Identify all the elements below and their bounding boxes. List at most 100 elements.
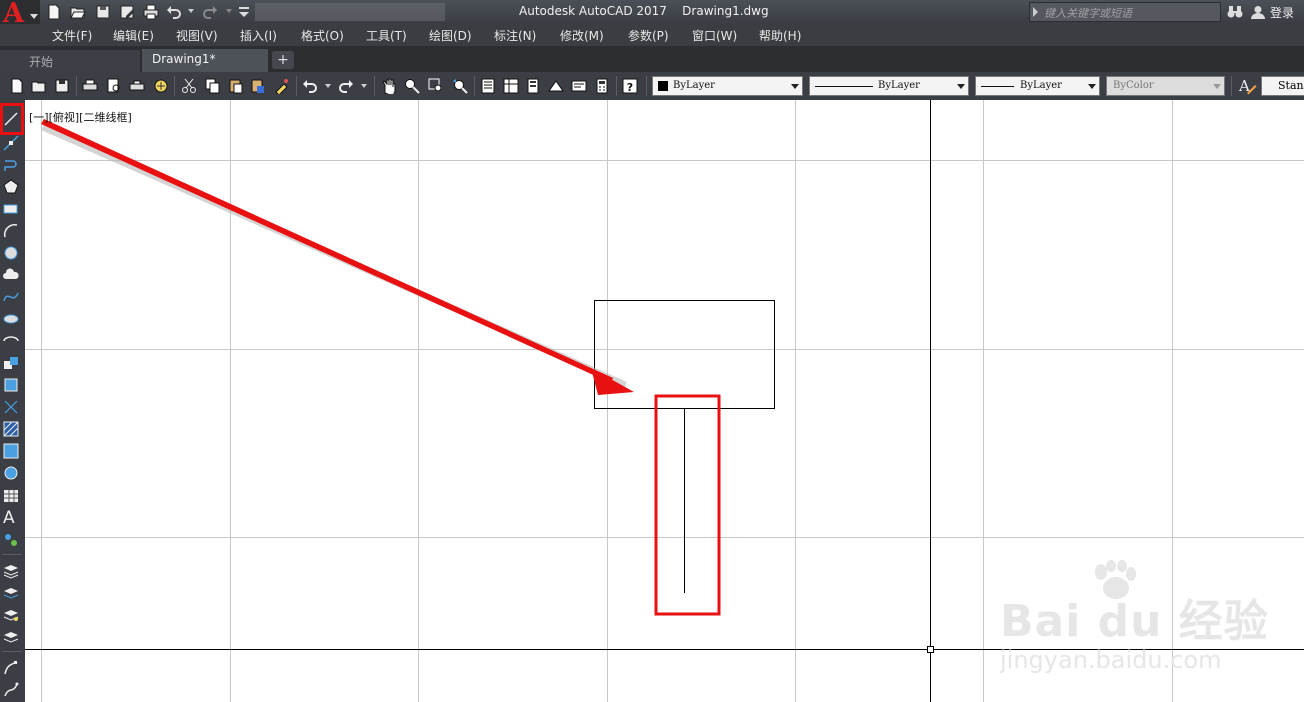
gradient-icon[interactable] bbox=[3, 443, 19, 459]
calculator-icon[interactable] bbox=[594, 78, 610, 94]
redo-icon[interactable] bbox=[338, 78, 354, 94]
layer-properties-icon[interactable] bbox=[3, 563, 19, 579]
new-tab-button[interactable]: + bbox=[272, 51, 294, 69]
zoom-realtime-icon[interactable] bbox=[404, 78, 420, 94]
menu-help[interactable]: 帮助(H) bbox=[759, 27, 801, 44]
insert-block-icon[interactable] bbox=[3, 355, 19, 371]
customize-icon[interactable] bbox=[236, 4, 252, 20]
expand-arrow-icon[interactable] bbox=[1033, 7, 1038, 17]
menu-edit[interactable]: 编辑(E) bbox=[113, 27, 154, 44]
publish-icon[interactable] bbox=[129, 78, 145, 94]
saveas-icon[interactable] bbox=[119, 4, 135, 20]
properties-icon[interactable] bbox=[480, 78, 496, 94]
redo-dropdown-icon[interactable] bbox=[361, 84, 367, 88]
arc-icon[interactable] bbox=[3, 223, 19, 239]
construction-line-icon[interactable] bbox=[3, 135, 19, 151]
region-icon[interactable] bbox=[3, 465, 19, 481]
sheet-set-icon[interactable] bbox=[548, 78, 564, 94]
toolbar-separator bbox=[646, 76, 647, 96]
menu-bar: 文件(F) 编辑(E) 视图(V) 插入(I) 格式(O) 工具(T) 绘图(D… bbox=[0, 24, 1304, 46]
watermark-url: jingyan.baidu.com bbox=[1000, 646, 1222, 674]
spline-icon[interactable] bbox=[3, 289, 19, 305]
print-icon[interactable] bbox=[143, 4, 159, 20]
undo-icon[interactable] bbox=[302, 78, 318, 94]
binoculars-icon[interactable] bbox=[1227, 5, 1243, 23]
revision-cloud-icon[interactable] bbox=[3, 267, 19, 283]
open-icon[interactable] bbox=[31, 78, 47, 94]
ellipse-icon[interactable] bbox=[3, 311, 19, 327]
color-control[interactable]: ByLayer bbox=[652, 76, 803, 96]
polyline-icon[interactable] bbox=[3, 157, 19, 173]
user-icon[interactable] bbox=[1251, 5, 1265, 22]
new-icon[interactable] bbox=[46, 4, 62, 20]
zoom-window-icon[interactable] bbox=[428, 78, 444, 94]
layer-previous-icon[interactable] bbox=[3, 585, 19, 601]
add-selected-icon[interactable] bbox=[3, 532, 19, 548]
redo-icon[interactable] bbox=[202, 4, 218, 20]
undo-icon[interactable] bbox=[166, 4, 182, 20]
menu-dimension[interactable]: 标注(N) bbox=[494, 27, 536, 44]
redo-dropdown-icon[interactable] bbox=[226, 9, 232, 13]
window-title: Autodesk AutoCAD 2017 Drawing1.dwg bbox=[519, 4, 769, 18]
pan-icon[interactable] bbox=[381, 78, 397, 94]
layer-isolate-icon[interactable] bbox=[3, 629, 19, 645]
menu-tools[interactable]: 工具(T) bbox=[366, 27, 407, 44]
tool-palettes-icon[interactable] bbox=[525, 78, 541, 94]
make-block-icon[interactable] bbox=[3, 377, 19, 393]
menu-draw[interactable]: 绘图(D) bbox=[429, 27, 472, 44]
point-icon[interactable] bbox=[3, 399, 19, 415]
viewport-controls[interactable]: [一][俯视][二维线框] bbox=[29, 109, 132, 125]
text-style-icon[interactable]: A bbox=[1237, 75, 1257, 95]
search-input[interactable]: 键入关键字或短语 bbox=[1029, 2, 1221, 22]
undo-dropdown-icon[interactable] bbox=[188, 9, 194, 13]
multiline-text-icon[interactable]: A bbox=[3, 508, 19, 528]
open-icon[interactable] bbox=[70, 4, 86, 20]
menu-view[interactable]: 视图(V) bbox=[176, 27, 218, 44]
cut-icon[interactable] bbox=[181, 78, 197, 94]
rectangle-icon[interactable] bbox=[3, 201, 19, 217]
paste-icon[interactable] bbox=[228, 78, 244, 94]
login-link[interactable]: 登录 bbox=[1270, 4, 1294, 21]
hatch-icon[interactable] bbox=[3, 421, 19, 437]
markup-icon[interactable] bbox=[571, 78, 587, 94]
layer-walk-icon[interactable] bbox=[3, 607, 19, 623]
annotation-highlight-box bbox=[654, 394, 721, 616]
tab-start-label: 开始 bbox=[29, 55, 54, 69]
qnew-icon[interactable] bbox=[9, 78, 25, 94]
toolbar-separator bbox=[616, 76, 617, 96]
menu-window[interactable]: 窗口(W) bbox=[692, 27, 737, 44]
save-icon[interactable] bbox=[95, 4, 111, 20]
zoom-previous-icon[interactable] bbox=[452, 78, 468, 94]
menu-modify[interactable]: 修改(M) bbox=[560, 27, 604, 44]
undo-dropdown-icon[interactable] bbox=[325, 84, 331, 88]
3dprint-icon[interactable] bbox=[153, 78, 169, 94]
design-center-icon[interactable] bbox=[503, 78, 519, 94]
polygon-icon[interactable] bbox=[3, 179, 19, 195]
menu-insert[interactable]: 插入(I) bbox=[240, 27, 277, 44]
edit-spline-icon[interactable] bbox=[3, 682, 19, 698]
save-icon[interactable] bbox=[54, 78, 70, 94]
plot-icon[interactable] bbox=[82, 78, 98, 94]
ellipse-arc-icon[interactable] bbox=[3, 333, 19, 349]
match-properties-icon[interactable] bbox=[274, 78, 290, 94]
plot-style-control[interactable]: ByColor bbox=[1106, 76, 1225, 96]
tab-start[interactable]: 开始 bbox=[0, 50, 140, 72]
plot-preview-icon[interactable] bbox=[106, 78, 122, 94]
menu-file[interactable]: 文件(F) bbox=[52, 27, 92, 44]
table-icon[interactable] bbox=[3, 488, 19, 504]
circle-icon[interactable] bbox=[3, 245, 19, 261]
tab-drawing1[interactable]: Drawing1* bbox=[142, 49, 268, 72]
toolbar-separator bbox=[174, 76, 175, 96]
lineweight-control[interactable]: ByLayer bbox=[975, 76, 1100, 96]
chevron-down-icon bbox=[1213, 84, 1221, 89]
linetype-control[interactable]: ByLayer bbox=[809, 76, 969, 96]
text-style-control[interactable]: Stand bbox=[1261, 76, 1304, 96]
toolbar-separator bbox=[296, 76, 297, 96]
paste-block-icon[interactable] bbox=[250, 78, 266, 94]
copy-icon[interactable] bbox=[205, 78, 221, 94]
menu-parametric[interactable]: 参数(P) bbox=[628, 27, 669, 44]
watermark-text: Bai du 经验 bbox=[1000, 596, 1269, 647]
edit-polyline-icon[interactable] bbox=[3, 660, 19, 676]
menu-format[interactable]: 格式(O) bbox=[301, 27, 344, 44]
help-icon[interactable]: ? bbox=[622, 78, 638, 94]
